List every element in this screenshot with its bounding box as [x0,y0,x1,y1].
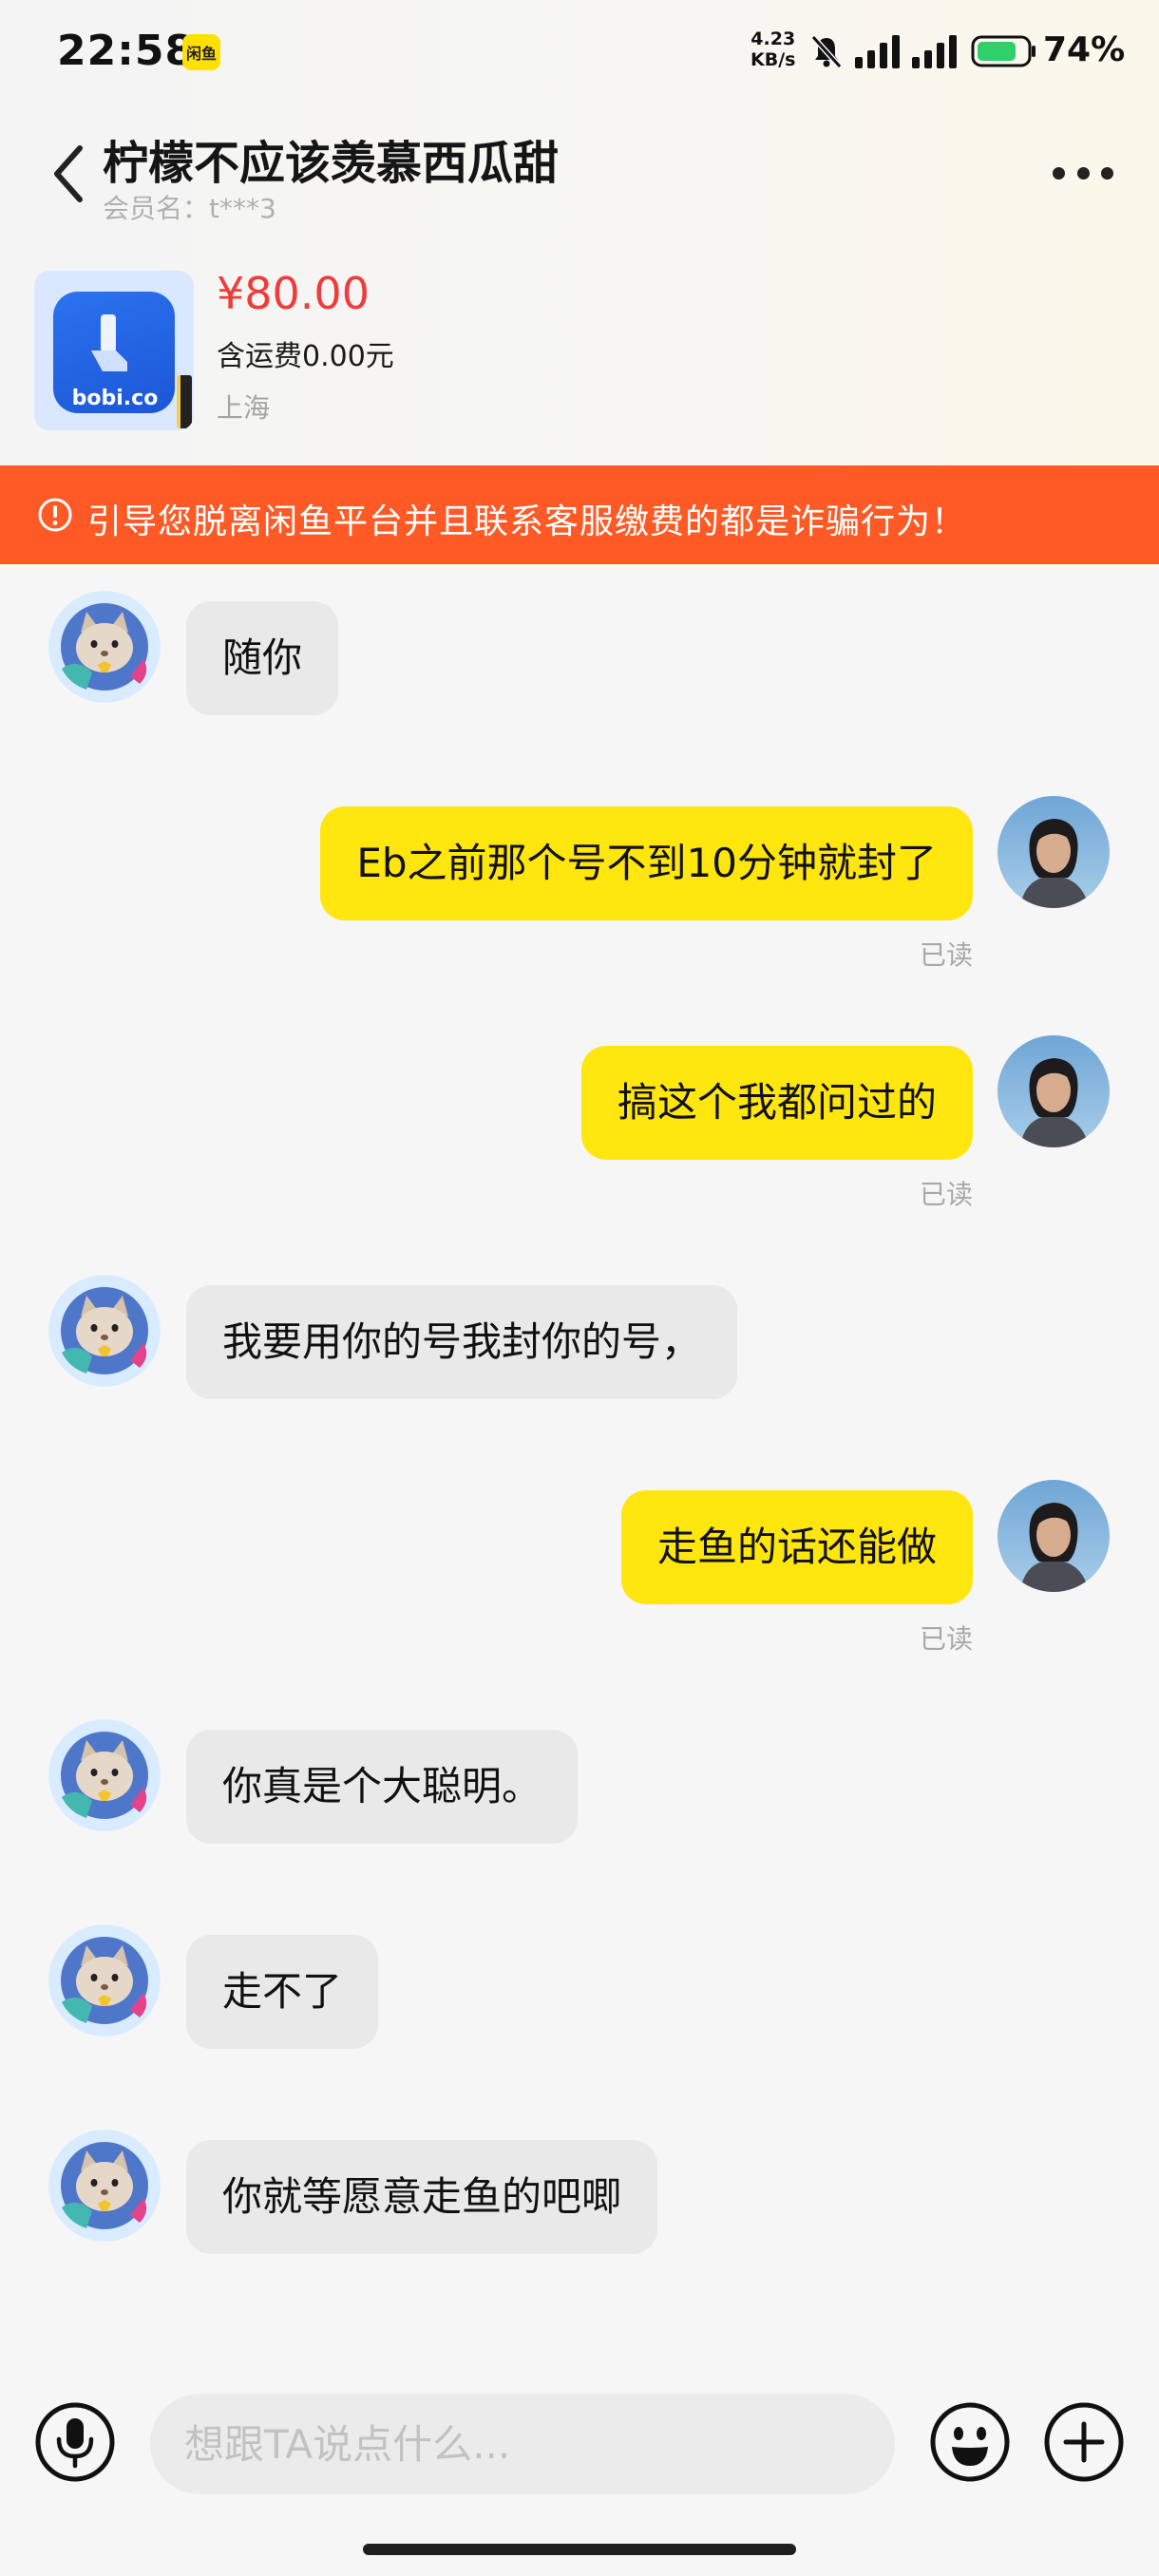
member-name: 会员名：t***3 [103,193,276,224]
network-speed-value: 4.23 [750,28,796,49]
emoji-icon[interactable] [929,2401,1011,2483]
fraud-warning-banner: 引导您脱离闲鱼平台并且联系客服缴费的都是诈骗行为！ [0,465,1159,564]
other-user-avatar[interactable] [48,2130,161,2242]
back-arrow-icon[interactable] [48,142,89,205]
my-avatar[interactable] [998,1035,1110,1147]
signal-icon-2 [912,35,957,68]
add-attachment-icon[interactable] [1043,2401,1125,2483]
other-user-avatar[interactable] [48,1924,161,2036]
chat-title[interactable]: 柠檬不应该羡慕西瓜甜 [103,125,559,192]
network-speed-unit: KB/s [750,49,796,70]
warning-icon [38,498,72,532]
outgoing-message-bubble[interactable]: 走鱼的话还能做 [620,1490,973,1604]
network-speed: 4.23 KB/s [750,28,795,70]
incoming-message-bubble[interactable]: 走不了 [186,1935,379,2049]
read-status: 已读 [919,1623,973,1655]
my-avatar[interactable] [998,796,1110,908]
signal-icon-1 [855,35,900,68]
product-price: ¥80.00 [217,268,370,319]
product-logo-icon [91,314,127,371]
other-user-avatar[interactable] [48,1719,161,1831]
product-thumbnail[interactable]: bobi.co [34,271,194,430]
outgoing-message-bubble[interactable]: 搞这个我都问过的 [580,1046,973,1160]
mute-bell-icon [810,34,843,69]
home-indicator[interactable] [363,2544,796,2555]
status-time: 22:58 [57,27,196,75]
incoming-message-bubble[interactable]: 你真是个大聪明。 [186,1730,579,1844]
other-user-avatar[interactable] [48,591,161,703]
my-avatar[interactable] [998,1480,1110,1592]
product-shipping: 含运费0.00元 [217,340,394,373]
app-badge-icon: 闲鱼 [182,34,220,70]
battery-percent: 74% [1043,30,1126,69]
incoming-message-bubble[interactable]: 你就等愿意走鱼的吧唧 [186,2140,658,2254]
voice-input-icon[interactable] [34,2401,116,2483]
battery-icon [971,35,1036,67]
read-status: 已读 [919,1179,973,1210]
other-user-avatar[interactable] [48,1275,161,1387]
product-thumb-text: bobi.co [71,387,159,410]
read-status: 已读 [919,939,973,971]
status-bar: 22:58 闲鱼 4.23 KB/s 74% [0,0,1159,104]
incoming-message-bubble[interactable]: 随你 [186,601,339,715]
message-input[interactable] [150,2394,895,2494]
warning-text: 引导您脱离闲鱼平台并且联系客服缴费的都是诈骗行为！ [87,502,967,541]
incoming-message-bubble[interactable]: 我要用你的号我封你的号， [186,1285,738,1399]
more-options-icon[interactable] [1053,152,1113,194]
product-location: 上海 [217,392,271,424]
outgoing-message-bubble[interactable]: Eb之前那个号不到10分钟就封了 [320,806,973,920]
